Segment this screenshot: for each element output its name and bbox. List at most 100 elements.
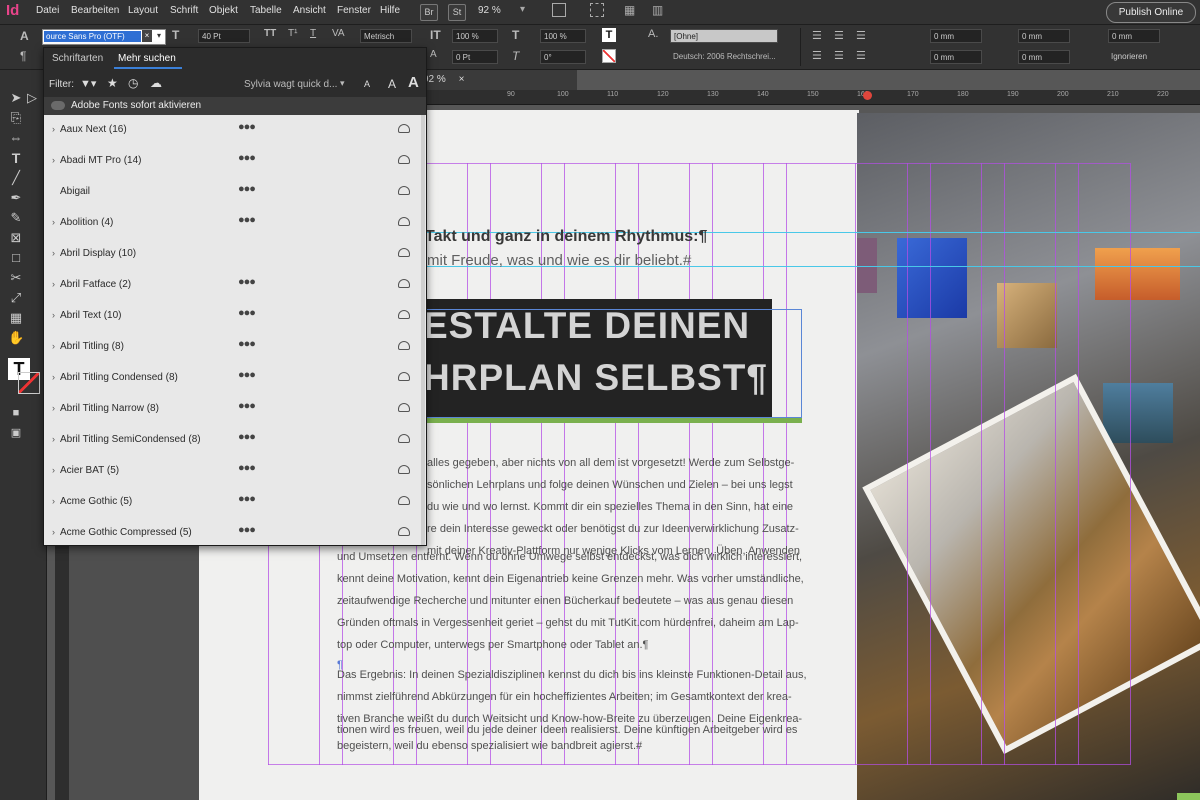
cloud-icon[interactable] — [398, 186, 410, 195]
apply-color-icon[interactable]: ■ — [8, 405, 24, 421]
menu-objekt[interactable]: Objekt — [209, 5, 238, 16]
cloud-icon[interactable] — [398, 155, 410, 164]
text-fill-icon[interactable]: T — [602, 28, 616, 42]
menu-bearbeiten[interactable]: Bearbeiten — [71, 5, 119, 16]
cloud-icon[interactable] — [398, 496, 410, 505]
publish-online-button[interactable]: Publish Online — [1106, 2, 1196, 23]
menu-ansicht[interactable]: Ansicht — [293, 5, 326, 16]
activate-fonts-row[interactable]: Adobe Fonts sofort aktivieren — [44, 97, 426, 115]
menu-hilfe[interactable]: Hilfe — [380, 5, 400, 16]
layout-grid-icon[interactable]: ▥ — [652, 3, 663, 17]
right-indent-field[interactable]: 0 mm — [930, 50, 982, 64]
align-center-icon[interactable]: ☰ — [834, 29, 844, 42]
filter-icon[interactable]: ▼▾ — [80, 77, 96, 90]
paragraph-mode-icon[interactable]: ¶ — [20, 49, 26, 63]
chevron-right-icon[interactable]: › — [52, 465, 55, 475]
font-list-item[interactable]: › Acme Gothic (5) ●●● — [44, 487, 426, 518]
font-family-input[interactable]: ource Sans Pro (OTF) — [44, 31, 141, 42]
screen-mode-icon[interactable] — [590, 3, 604, 17]
normal-view-icon[interactable]: ▣ — [8, 425, 24, 441]
font-list-item[interactable]: › Abril Fatface (2) ●●● — [44, 270, 426, 301]
vertical-scale-field[interactable]: 100 % — [452, 29, 498, 43]
stock-button[interactable]: St — [448, 4, 466, 21]
chevron-right-icon[interactable]: › — [52, 124, 55, 134]
underline-icon[interactable]: T — [310, 28, 316, 39]
kerning-field[interactable]: Metrisch — [360, 29, 412, 43]
activate-toggle[interactable] — [51, 101, 65, 110]
cloud-icon[interactable] — [398, 217, 410, 226]
cloud-icon[interactable] — [398, 465, 410, 474]
stroke-none-icon[interactable] — [602, 49, 616, 63]
tab-schriftarten[interactable]: Schriftarten — [52, 53, 103, 64]
view-mode-icon[interactable] — [552, 3, 566, 17]
arrange-icon[interactable]: ▦ — [624, 3, 635, 17]
zoom-level[interactable]: 92 % — [478, 5, 501, 16]
menu-fenster[interactable]: Fenster — [337, 5, 371, 16]
first-line-indent-field[interactable]: 0 mm — [1018, 29, 1070, 43]
font-list-item[interactable]: › Abolition (4) ●●● — [44, 208, 426, 239]
chevron-right-icon[interactable]: › — [52, 248, 55, 258]
chevron-right-icon[interactable]: › — [52, 279, 55, 289]
align-left-icon[interactable]: ☰ — [812, 29, 822, 42]
line-tool-icon[interactable]: ╱ — [8, 170, 24, 186]
tab-mehr-suchen[interactable]: Mehr suchen — [118, 53, 176, 64]
pen-tool-icon[interactable]: ✒ — [8, 190, 24, 206]
font-list-item[interactable]: › Abril Titling (8) ●●● — [44, 332, 426, 363]
skew-field[interactable]: 0° — [540, 50, 586, 64]
language-field[interactable]: Deutsch: 2006 Rechtschrei... — [670, 50, 778, 64]
chevron-right-icon[interactable]: › — [52, 341, 55, 351]
all-caps-icon[interactable]: TT — [264, 28, 276, 39]
chevron-right-icon[interactable]: › — [52, 372, 55, 382]
cloud-icon[interactable] — [398, 279, 410, 288]
baseline-grid-select[interactable]: Ignorieren — [1108, 50, 1168, 64]
close-icon[interactable]: × — [459, 74, 465, 85]
justify-center-icon[interactable]: ☰ — [834, 49, 844, 62]
type-tool-icon[interactable]: T — [8, 150, 24, 166]
justify-left-icon[interactable]: ☰ — [812, 49, 822, 62]
clock-icon[interactable]: ◷ — [128, 76, 138, 90]
chevron-right-icon[interactable]: › — [52, 155, 55, 165]
free-transform-tool-icon[interactable]: ⤢ — [8, 290, 24, 306]
font-search-panel[interactable]: Schriftarten Mehr suchen Filter: ▼▾ ★ ◷ … — [43, 47, 427, 546]
font-list-item[interactable]: › Abril Titling SemiCondensed (8) ●●● — [44, 425, 426, 456]
menu-datei[interactable]: Datei — [36, 5, 59, 16]
headline-box[interactable]: ESTALTE DEINEN HRPLAN SELBST¶ — [417, 299, 772, 418]
rectangle-frame-tool-icon[interactable]: ⊠ — [8, 230, 24, 246]
superscript-icon[interactable]: T¹ — [288, 28, 297, 39]
chevron-down-icon[interactable]: ▾ — [340, 78, 345, 89]
star-icon[interactable]: ★ — [107, 76, 118, 90]
align-right-icon[interactable]: ☰ — [856, 29, 866, 42]
font-list-item[interactable]: › Abadi MT Pro (14) ●●● — [44, 146, 426, 177]
sample-text-select[interactable]: Sylvia wagt quick d... — [244, 79, 337, 90]
font-list-item[interactable]: Abigail ●●● — [44, 177, 426, 208]
menu-layout[interactable]: Layout — [128, 5, 158, 16]
cloud-icon[interactable] — [398, 310, 410, 319]
scissors-tool-icon[interactable]: ✂ — [8, 270, 24, 286]
small-sample-icon[interactable]: A — [364, 79, 370, 89]
menu-tabelle[interactable]: Tabelle — [250, 5, 282, 16]
font-family-field[interactable]: ource Sans Pro (OTF) × ▾ — [42, 29, 166, 45]
font-list-item[interactable]: › Aaux Next (16) ●●● — [44, 115, 426, 146]
gap-tool-icon[interactable]: ⇔ — [8, 130, 24, 146]
cloud-icon[interactable] — [398, 248, 410, 257]
gradient-tool-icon[interactable]: ▦ — [8, 310, 24, 326]
clear-icon[interactable]: × — [142, 30, 152, 42]
space-before-field[interactable]: 0 mm — [1108, 29, 1160, 43]
chevron-right-icon[interactable]: › — [52, 403, 55, 413]
page-tool-icon[interactable]: ⎘ — [8, 110, 24, 126]
horizontal-scale-field[interactable]: 100 % — [540, 29, 586, 43]
left-indent-field[interactable]: 0 mm — [930, 29, 982, 43]
subtitle-bold[interactable]: Takt und ganz in deinem Rhythmus:¶ — [425, 228, 707, 246]
direct-selection-tool-icon[interactable]: ▷ — [24, 90, 40, 106]
ruler-marker-icon[interactable] — [863, 91, 872, 100]
pencil-tool-icon[interactable]: ✎ — [8, 210, 24, 226]
character-style-field[interactable]: [Ohne] — [670, 29, 778, 43]
character-mode-icon[interactable]: A — [20, 29, 29, 43]
font-list-item[interactable]: › Acier BAT (5) ●●● — [44, 456, 426, 487]
chevron-down-icon[interactable]: ▾ — [154, 30, 164, 42]
document-tab[interactable]: 92 % × — [417, 70, 577, 90]
cloud-icon[interactable] — [398, 341, 410, 350]
font-list-item[interactable]: › Acme Gothic Compressed (5) ●●● — [44, 518, 426, 549]
font-list-item[interactable]: › Abril Text (10) ●●● — [44, 301, 426, 332]
cloud-icon[interactable] — [398, 527, 410, 536]
